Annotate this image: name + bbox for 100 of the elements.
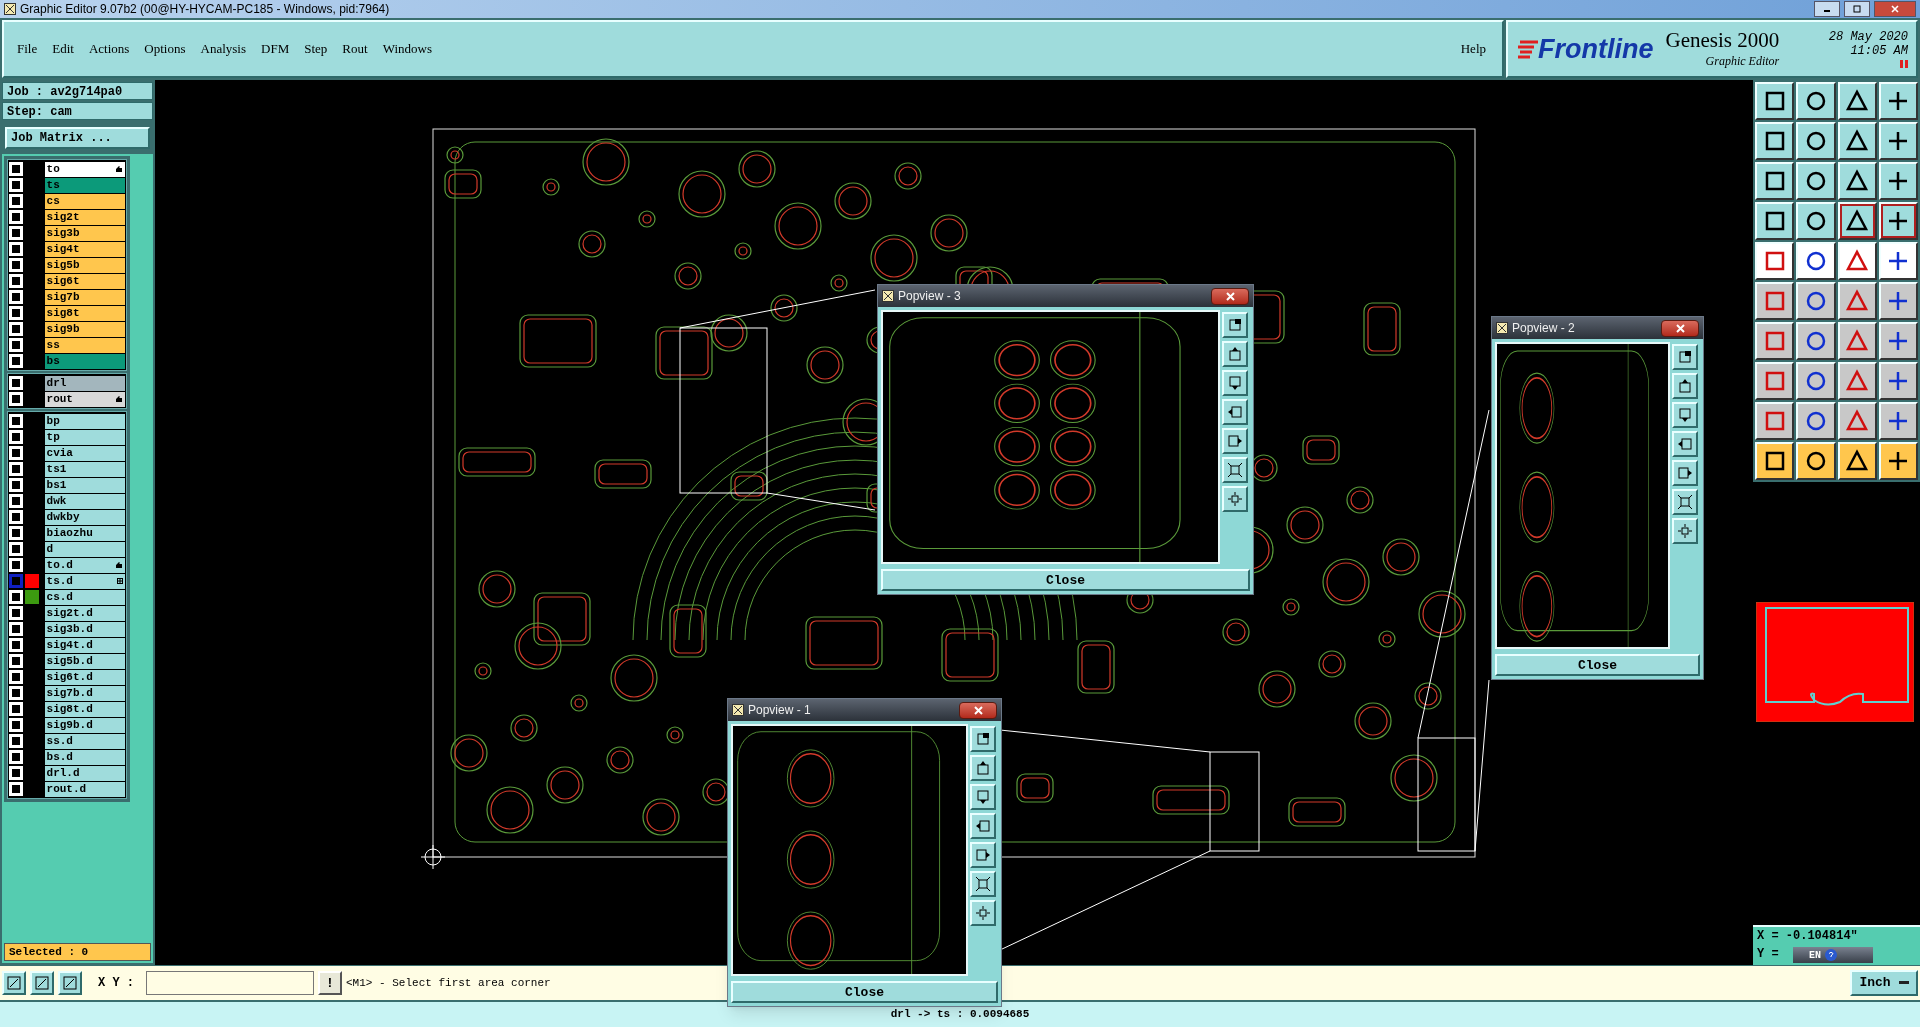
menu-item[interactable]: Options — [143, 39, 187, 59]
toolbar-button[interactable] — [1878, 402, 1918, 440]
close-button[interactable] — [1211, 287, 1249, 305]
layer-name-cell[interactable]: sig4t — [44, 241, 125, 257]
menu-item[interactable]: File — [16, 39, 39, 59]
toolbar-button[interactable] — [1796, 322, 1836, 360]
toolbar-button[interactable] — [1878, 162, 1918, 200]
menu-item[interactable]: DFM — [260, 39, 291, 59]
toolbar-button[interactable] — [1796, 282, 1836, 320]
layer-name-cell[interactable]: drl.d — [44, 765, 125, 781]
layer-name-cell[interactable]: sig6t — [44, 273, 125, 289]
layer-name-cell[interactable]: sig5b — [44, 257, 125, 273]
view-tool-button[interactable] — [970, 755, 996, 781]
layer-name-cell[interactable]: sig8t — [44, 305, 125, 321]
toolbar-button[interactable] — [1796, 402, 1836, 440]
toolbar-button[interactable] — [1796, 242, 1836, 280]
layer-name-cell[interactable]: ss — [44, 337, 125, 353]
layer-name-cell[interactable]: bp — [44, 413, 125, 429]
layer-name-cell[interactable]: drl — [44, 375, 125, 391]
ime-language[interactable]: EN — [1809, 947, 1821, 963]
view-tool-button[interactable] — [970, 726, 996, 752]
layer-name-cell[interactable]: biaozhu — [44, 525, 125, 541]
toolbar-button[interactable] — [1837, 402, 1877, 440]
close-button[interactable] — [1661, 319, 1699, 337]
job-matrix-button[interactable]: Job Matrix ... — [5, 127, 150, 149]
toolbar-button[interactable] — [1755, 322, 1795, 360]
toolbar-button[interactable] — [1755, 362, 1795, 400]
toolbar-button[interactable] — [1837, 442, 1877, 480]
minimize-button[interactable] — [1814, 1, 1840, 17]
view-tool-button[interactable] — [1222, 457, 1248, 483]
view-tool-button[interactable] — [970, 813, 996, 839]
alert-button[interactable]: ! — [318, 971, 342, 995]
layer-name-cell[interactable]: cvia — [44, 445, 125, 461]
layer-checkbox[interactable] — [9, 574, 23, 588]
layer-name-cell[interactable]: sig7b — [44, 289, 125, 305]
toolbar-button[interactable] — [1796, 122, 1836, 160]
coordinate-input[interactable] — [146, 971, 314, 995]
toolbar-button[interactable] — [1837, 122, 1877, 160]
layer-name-cell[interactable]: ss.d — [44, 733, 125, 749]
view-tool-button[interactable] — [1222, 312, 1248, 338]
layer-name-cell[interactable]: sig2t — [44, 209, 125, 225]
layer-name-cell[interactable]: sig3b — [44, 225, 125, 241]
layer-name-cell[interactable]: sig6t.d — [44, 669, 125, 685]
toolbar-button[interactable] — [1878, 122, 1918, 160]
toolbar-button[interactable] — [1878, 82, 1918, 120]
layer-name-cell[interactable]: ts1 — [44, 461, 125, 477]
units-dropdown[interactable]: Inch — [1850, 970, 1918, 996]
layer-name-cell[interactable]: bs1 — [44, 477, 125, 493]
toolbar-button[interactable] — [1878, 242, 1918, 280]
layer-name-cell[interactable]: rout.d — [44, 781, 125, 797]
layer-name-cell[interactable]: ts — [44, 177, 125, 193]
view-tool-button[interactable] — [1672, 373, 1698, 399]
layer-name-cell[interactable]: sig3b.d — [44, 621, 125, 637]
layer-name-cell[interactable]: sig7b.d — [44, 685, 125, 701]
toolbar-button[interactable] — [1796, 202, 1836, 240]
view-tool-button[interactable] — [1672, 460, 1698, 486]
toolbar-button[interactable] — [1837, 242, 1877, 280]
layer-name-cell[interactable]: cs — [44, 193, 125, 209]
view-tool-button[interactable] — [1672, 431, 1698, 457]
view-tool-button[interactable] — [1222, 370, 1248, 396]
maximize-button[interactable] — [1844, 1, 1870, 17]
view-tool-button[interactable] — [1672, 489, 1698, 515]
close-button[interactable] — [959, 701, 997, 719]
view-tool-button[interactable] — [1672, 344, 1698, 370]
layer-name-cell[interactable]: sig4t.d — [44, 637, 125, 653]
help-menu-item[interactable]: Help — [1460, 39, 1486, 59]
toolbar-button[interactable] — [1837, 82, 1877, 120]
tool-button[interactable] — [2, 971, 26, 995]
toolbar-button[interactable] — [1878, 362, 1918, 400]
close-button[interactable]: Close — [731, 981, 998, 1003]
view-tool-button[interactable] — [970, 784, 996, 810]
close-button[interactable]: Close — [881, 569, 1250, 591]
menu-item[interactable]: Windows — [381, 39, 433, 59]
toolbar-button[interactable] — [1755, 242, 1795, 280]
layer-name-cell[interactable]: sig2t.d — [44, 605, 125, 621]
toolbar-button[interactable] — [1837, 322, 1877, 360]
layer-name-cell[interactable]: d — [44, 541, 125, 557]
toolbar-button[interactable] — [1878, 282, 1918, 320]
close-button[interactable]: Close — [1495, 654, 1700, 676]
toolbar-button[interactable] — [1878, 202, 1918, 240]
toolbar-button[interactable] — [1755, 82, 1795, 120]
toolbar-button[interactable] — [1755, 202, 1795, 240]
view-tool-button[interactable] — [970, 842, 996, 868]
layer-name-cell[interactable]: to.d — [44, 557, 125, 573]
toolbar-button[interactable] — [1755, 402, 1795, 440]
layer-name-cell[interactable]: cs.d — [44, 589, 125, 605]
layer-name-cell[interactable]: dwk — [44, 493, 125, 509]
layer-name-cell[interactable]: ts.d — [44, 573, 125, 589]
toolbar-button[interactable] — [1755, 442, 1795, 480]
layer-name-cell[interactable]: rout — [44, 391, 125, 407]
layer-name-cell[interactable]: sig5b.d — [44, 653, 125, 669]
view-tool-button[interactable] — [1672, 402, 1698, 428]
menu-item[interactable]: Analysis — [199, 39, 248, 59]
menu-item[interactable]: Edit — [51, 39, 75, 59]
layer-name-cell[interactable]: bs.d — [44, 749, 125, 765]
toolbar-button[interactable] — [1796, 162, 1836, 200]
tool-button[interactable] — [58, 971, 82, 995]
layer-name-cell[interactable]: bs — [44, 353, 125, 369]
toolbar-button[interactable] — [1837, 202, 1877, 240]
layer-name-cell[interactable]: dwkby — [44, 509, 125, 525]
